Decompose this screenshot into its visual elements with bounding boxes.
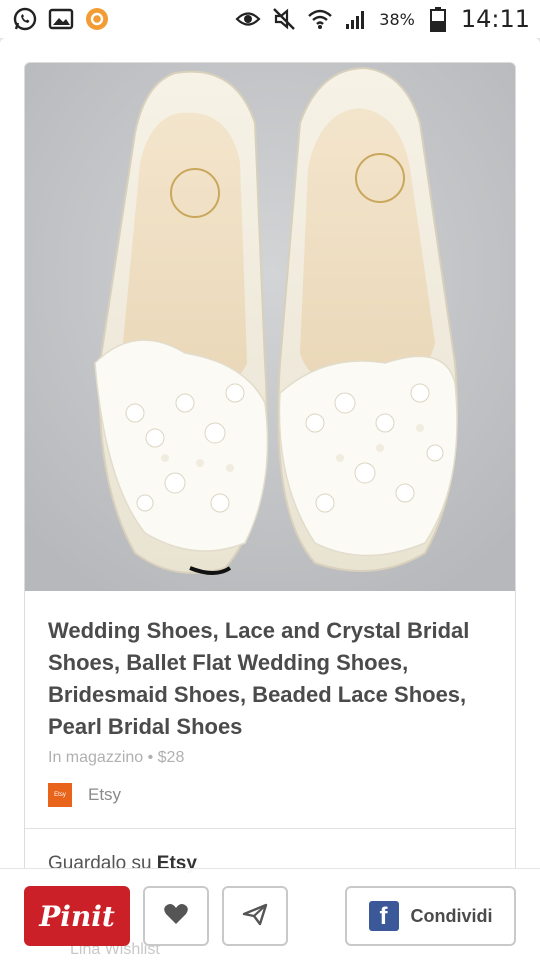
page-background: Wedding Shoes, Lace and Crystal Bridal S… xyxy=(0,38,540,960)
source-name: Etsy xyxy=(88,785,122,804)
whatsapp-icon xyxy=(12,6,38,32)
wifi-icon xyxy=(307,6,333,32)
battery-percent: 38% xyxy=(379,9,415,29)
battery-icon xyxy=(425,6,451,32)
pin-sheet: Wedding Shoes, Lace and Crystal Bridal S… xyxy=(0,38,540,960)
signal-icon xyxy=(343,6,369,32)
share-facebook-button[interactable]: f Condividi xyxy=(345,886,516,946)
etsy-logo-icon: Etsy xyxy=(48,783,72,807)
share-label: Condividi xyxy=(410,905,493,926)
pin-image[interactable] xyxy=(25,63,515,591)
eye-icon xyxy=(235,6,261,32)
heart-icon xyxy=(163,902,189,931)
pin-title: Wedding Shoes, Lace and Crystal Bridal S… xyxy=(48,618,470,739)
app-notification-icon xyxy=(84,6,110,32)
pin-price-availability: In magazzino • $28 xyxy=(48,749,185,766)
pin-it-button[interactable]: Pinit xyxy=(24,886,130,946)
mute-icon xyxy=(271,6,297,32)
like-button[interactable] xyxy=(143,886,209,946)
gallery-icon xyxy=(48,6,74,32)
pin-card: Wedding Shoes, Lace and Crystal Bridal S… xyxy=(24,62,516,942)
facebook-icon: f xyxy=(368,901,399,931)
send-icon xyxy=(242,902,268,931)
action-bar: Lina Wishlist Pinit f Condividi xyxy=(0,868,540,960)
pin-source[interactable]: Etsy Etsy xyxy=(48,783,121,807)
send-button[interactable] xyxy=(222,886,288,946)
status-bar: 38% 14:11 xyxy=(0,0,540,38)
clock: 14:11 xyxy=(460,5,530,33)
shoes-illustration xyxy=(25,63,515,591)
pin-it-label: Pinit xyxy=(39,899,115,933)
divider xyxy=(25,828,515,829)
